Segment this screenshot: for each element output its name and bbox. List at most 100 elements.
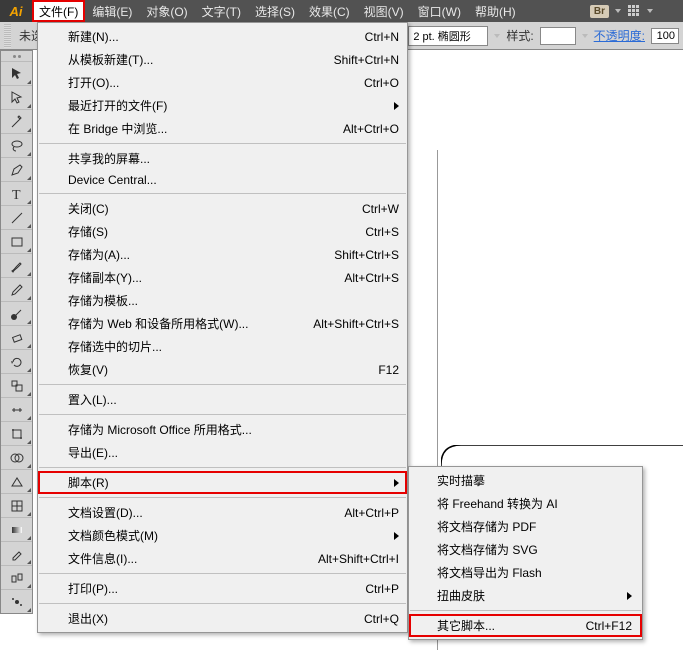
submenu-item[interactable]: 实时描摹 bbox=[409, 469, 642, 492]
menu-item[interactable]: 存储为 Web 和设备所用格式(W)...Alt+Shift+Ctrl+S bbox=[38, 312, 407, 335]
menu-item[interactable]: 关闭(C)Ctrl+W bbox=[38, 197, 407, 220]
menu-help[interactable]: 帮助(H) bbox=[468, 0, 523, 22]
bridge-dropdown-icon[interactable] bbox=[615, 9, 621, 13]
menu-item[interactable]: 恢复(V) F12 bbox=[38, 358, 407, 381]
tool-shape-builder[interactable] bbox=[1, 445, 32, 469]
menu-item[interactable]: Device Central... bbox=[38, 170, 407, 190]
opacity-value[interactable]: 100 bbox=[651, 28, 679, 44]
submenu-item[interactable]: 将文档导出为 Flash bbox=[409, 561, 642, 584]
tool-blob[interactable] bbox=[1, 301, 32, 325]
menu-separator bbox=[39, 384, 406, 385]
svg-text:T: T bbox=[12, 188, 21, 202]
menu-item[interactable]: 存储(S)Ctrl+S bbox=[38, 220, 407, 243]
opacity-label[interactable]: 不透明度: bbox=[594, 27, 645, 44]
menu-view[interactable]: 视图(V) bbox=[357, 0, 411, 22]
bridge-badge[interactable]: Br bbox=[590, 5, 609, 18]
submenu-item-label: 扭曲皮肤 bbox=[437, 587, 485, 604]
menu-item-label: 存储为(A)... bbox=[68, 246, 130, 263]
arrange-dropdown-icon[interactable] bbox=[647, 9, 653, 13]
tool-gradient[interactable] bbox=[1, 517, 32, 541]
menu-item[interactable]: 从模板新建(T)...Shift+Ctrl+N bbox=[38, 48, 407, 71]
menu-item[interactable]: 退出(X)Ctrl+Q bbox=[38, 607, 407, 630]
menu-item[interactable]: 文档颜色模式(M) bbox=[38, 524, 407, 547]
menu-item[interactable]: 存储副本(Y)...Alt+Ctrl+S bbox=[38, 266, 407, 289]
submenu-item[interactable]: 其它脚本...Ctrl+F12 bbox=[409, 614, 642, 637]
menu-shortcut: F12 bbox=[358, 363, 399, 377]
style-swatch[interactable] bbox=[540, 27, 576, 45]
submenu-item-label: 将文档存储为 PDF bbox=[437, 518, 536, 535]
tool-type[interactable]: T bbox=[1, 181, 32, 205]
style-dropdown-icon[interactable] bbox=[582, 34, 588, 38]
tool-pen[interactable] bbox=[1, 157, 32, 181]
tool-flyout-icon bbox=[27, 344, 31, 348]
menu-item[interactable]: 存储为(A)...Shift+Ctrl+S bbox=[38, 243, 407, 266]
menu-effect[interactable]: 效果(C) bbox=[302, 0, 357, 22]
tool-wand[interactable] bbox=[1, 109, 32, 133]
menu-item[interactable]: 在 Bridge 中浏览...Alt+Ctrl+O bbox=[38, 117, 407, 140]
menu-item[interactable]: 打开(O)...Ctrl+O bbox=[38, 71, 407, 94]
header-right: Br bbox=[590, 4, 683, 18]
menu-item-label: 文档颜色模式(M) bbox=[68, 527, 158, 544]
menubar: 文件(F) 编辑(E) 对象(O) 文字(T) 选择(S) 效果(C) 视图(V… bbox=[32, 0, 523, 22]
tool-rect[interactable] bbox=[1, 229, 32, 253]
menu-separator bbox=[39, 193, 406, 194]
menu-file[interactable]: 文件(F) bbox=[32, 0, 85, 22]
tool-symbol[interactable] bbox=[1, 589, 32, 613]
tool-free[interactable] bbox=[1, 421, 32, 445]
tool-flyout-icon bbox=[27, 416, 31, 420]
tool-scale[interactable] bbox=[1, 373, 32, 397]
tool-lasso[interactable] bbox=[1, 133, 32, 157]
tool-pencil[interactable] bbox=[1, 277, 32, 301]
submenu-item[interactable]: 扭曲皮肤 bbox=[409, 584, 642, 607]
tool-perspective[interactable] bbox=[1, 469, 32, 493]
menu-item-label: 存储副本(Y)... bbox=[68, 269, 142, 286]
submenu-item[interactable]: 将文档存储为 SVG bbox=[409, 538, 642, 561]
menu-object[interactable]: 对象(O) bbox=[139, 0, 194, 22]
tool-flyout-icon bbox=[27, 248, 31, 252]
tool-flyout-icon bbox=[27, 440, 31, 444]
toolbox-grip[interactable] bbox=[1, 51, 32, 61]
menu-item[interactable]: 最近打开的文件(F) bbox=[38, 94, 407, 117]
tool-eyedrop[interactable] bbox=[1, 541, 32, 565]
menu-item[interactable]: 导出(E)... bbox=[38, 441, 407, 464]
tool-mesh[interactable] bbox=[1, 493, 32, 517]
menu-item[interactable]: 新建(N)...Ctrl+N bbox=[38, 25, 407, 48]
tool-direct-select[interactable] bbox=[1, 85, 32, 109]
menu-item[interactable]: 文档设置(D)...Alt+Ctrl+P bbox=[38, 501, 407, 524]
file-menu-dropdown: 新建(N)...Ctrl+N从模板新建(T)...Shift+Ctrl+N打开(… bbox=[37, 22, 408, 633]
tool-brush[interactable] bbox=[1, 253, 32, 277]
tool-flyout-icon bbox=[27, 368, 31, 372]
tool-rotate[interactable] bbox=[1, 349, 32, 373]
menu-window[interactable]: 窗口(W) bbox=[411, 0, 468, 22]
stroke-dropdown-icon[interactable] bbox=[494, 34, 500, 38]
menu-item[interactable]: 脚本(R) bbox=[38, 471, 407, 494]
tool-flyout-icon bbox=[27, 176, 31, 180]
tool-selection[interactable] bbox=[1, 61, 32, 85]
options-grip[interactable] bbox=[4, 24, 11, 48]
menu-item[interactable]: 存储选中的切片... bbox=[38, 335, 407, 358]
submenu-item[interactable]: 将 Freehand 转换为 AI bbox=[409, 492, 642, 515]
tool-flyout-icon bbox=[27, 104, 31, 108]
menu-item[interactable]: 文件信息(I)...Alt+Shift+Ctrl+I bbox=[38, 547, 407, 570]
menu-item-label: Device Central... bbox=[68, 173, 157, 187]
submenu-item[interactable]: 将文档存储为 PDF bbox=[409, 515, 642, 538]
menu-item[interactable]: 共享我的屏幕... bbox=[38, 147, 407, 170]
menu-item[interactable]: 打印(P)...Ctrl+P bbox=[38, 577, 407, 600]
tool-flyout-icon bbox=[27, 320, 31, 324]
tool-width[interactable] bbox=[1, 397, 32, 421]
menu-item[interactable]: 存储为 Microsoft Office 所用格式... bbox=[38, 418, 407, 441]
tool-flyout-icon bbox=[27, 296, 31, 300]
menu-select[interactable]: 选择(S) bbox=[248, 0, 302, 22]
menu-item-label: 恢复(V) bbox=[68, 361, 108, 378]
menu-item[interactable]: 存储为模板... bbox=[38, 289, 407, 312]
tool-line[interactable] bbox=[1, 205, 32, 229]
menu-item[interactable]: 置入(L)... bbox=[38, 388, 407, 411]
menu-edit[interactable]: 编辑(E) bbox=[85, 0, 139, 22]
tool-eraser[interactable] bbox=[1, 325, 32, 349]
arrange-documents-icon[interactable] bbox=[627, 4, 641, 18]
stroke-field[interactable]: 2 pt. 椭圆形 bbox=[408, 26, 488, 46]
menu-separator bbox=[39, 573, 406, 574]
menu-type[interactable]: 文字(T) bbox=[195, 0, 248, 22]
menu-item-label: 退出(X) bbox=[68, 610, 108, 627]
tool-blend[interactable] bbox=[1, 565, 32, 589]
